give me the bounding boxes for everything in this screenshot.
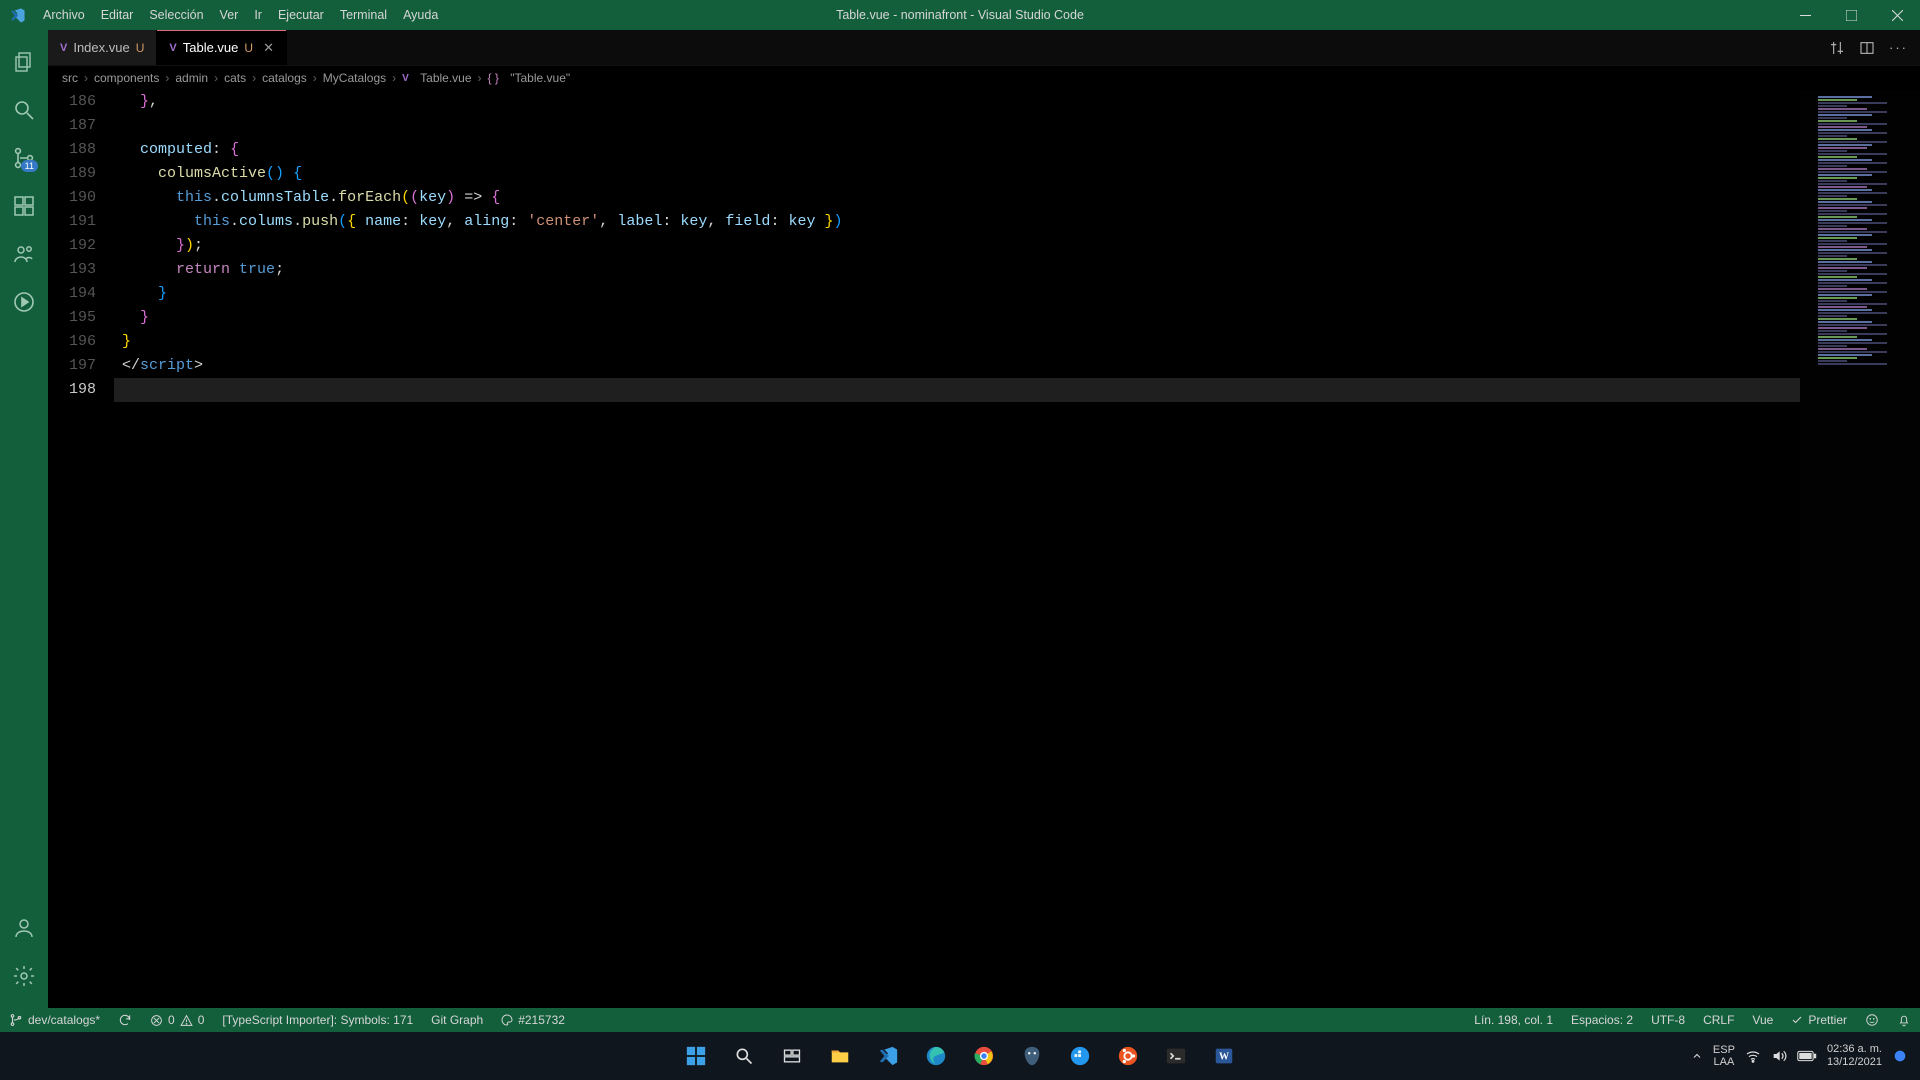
tray-battery-icon[interactable] [1797,1050,1817,1062]
compare-changes-icon[interactable] [1829,40,1845,56]
breadcrumb-seg[interactable]: MyCatalogs [323,71,386,85]
tray-clock[interactable]: 02:36 a. m.13/12/2021 [1827,1043,1882,1069]
menu-ayuda[interactable]: Ayuda [395,0,446,30]
tray-language[interactable]: ESPLAA [1713,1044,1735,1068]
search-icon[interactable] [0,86,48,134]
status-ts-importer[interactable]: [TypeScript Importer]: Symbols: 171 [213,1008,422,1032]
tray-notification-icon[interactable] [1892,1048,1908,1064]
status-language[interactable]: Vue [1743,1013,1782,1027]
breadcrumb-seg[interactable]: components [94,71,159,85]
taskbar-edge-icon[interactable] [915,1036,957,1076]
tray-wifi-icon[interactable] [1745,1048,1761,1064]
extensions-icon[interactable] [0,182,48,230]
minimap[interactable] [1800,90,1920,1008]
taskbar-pgadmin-icon[interactable] [1011,1036,1053,1076]
vue-file-icon: V [60,42,67,54]
code-content[interactable]: }, computed: { columsActive() { this.col… [114,90,1800,1008]
source-control-icon[interactable]: 11 [0,134,48,182]
breadcrumb-seg[interactable]: admin [175,71,208,85]
menu-terminal[interactable]: Terminal [332,0,395,30]
menu-ir[interactable]: Ir [246,0,270,30]
settings-gear-icon[interactable] [0,952,48,1000]
system-tray: ESPLAA 02:36 a. m.13/12/2021 [1691,1043,1908,1069]
status-prettier[interactable]: Prettier [1782,1013,1856,1027]
breadcrumb-seg[interactable]: cats [224,71,246,85]
liveshare-icon[interactable] [0,230,48,278]
taskbar-explorer-icon[interactable] [819,1036,861,1076]
tab-modified-badge: U [244,41,253,55]
editor-area[interactable]: 186187188189190191192193194195196197198 … [48,90,1920,1008]
tab-table-vue[interactable]: V Table.vue U ✕ [157,30,287,65]
tray-chevron-up-icon[interactable] [1691,1050,1703,1062]
close-button[interactable] [1874,0,1920,30]
breadcrumb-seg[interactable]: { } "Table.vue" [488,71,571,85]
vue-file-icon: V [169,42,176,54]
minimize-button[interactable] [1782,0,1828,30]
taskbar-start-icon[interactable] [675,1036,717,1076]
tab-index-vue[interactable]: V Index.vue U [48,30,157,65]
status-branch[interactable]: dev/catalogs* [0,1008,109,1032]
menu-ejecutar[interactable]: Ejecutar [270,0,332,30]
breadcrumb-seg[interactable]: V Table.vue [402,71,471,85]
taskbar-search-icon[interactable] [723,1036,765,1076]
menu-seleccion[interactable]: Selección [141,0,211,30]
status-bar: dev/catalogs* 0 0 [TypeScript Importer]:… [0,1008,1920,1032]
tab-label: Index.vue [73,40,129,55]
taskbar-taskview-icon[interactable] [771,1036,813,1076]
status-eol[interactable]: CRLF [1694,1013,1743,1027]
taskbar-vscode-icon[interactable] [867,1036,909,1076]
svg-text:W: W [1219,1052,1229,1063]
menu-ver[interactable]: Ver [212,0,247,30]
run-debug-icon[interactable] [0,278,48,326]
menu-archivo[interactable]: Archivo [35,0,93,30]
status-cursor-pos[interactable]: Lín. 198, col. 1 [1465,1013,1562,1027]
tab-close-icon[interactable]: ✕ [263,40,274,56]
windows-taskbar: W ESPLAA 02:36 a. m.13/12/2021 [0,1032,1920,1080]
status-spaces[interactable]: Espacios: 2 [1562,1013,1642,1027]
activity-bar: 11 [0,30,48,1008]
status-sync[interactable] [109,1008,141,1032]
taskbar-word-icon[interactable]: W [1203,1036,1245,1076]
status-bell-icon[interactable] [1888,1013,1920,1027]
tab-modified-badge: U [136,41,145,55]
status-encoding[interactable]: UTF-8 [1642,1013,1694,1027]
breadcrumb-seg[interactable]: catalogs [262,71,307,85]
maximize-button[interactable] [1828,0,1874,30]
taskbar-docker-icon[interactable] [1059,1036,1101,1076]
split-editor-icon[interactable] [1859,40,1875,56]
menu-editar[interactable]: Editar [93,0,142,30]
scm-badge: 11 [21,160,38,172]
status-problems[interactable]: 0 0 [141,1008,213,1032]
status-feedback-icon[interactable] [1856,1013,1888,1027]
line-gutter: 186187188189190191192193194195196197198 [48,90,114,1008]
taskbar-ubuntu-icon[interactable] [1107,1036,1149,1076]
breadcrumb-seg[interactable]: src [62,71,78,85]
account-icon[interactable] [0,904,48,952]
tray-volume-icon[interactable] [1771,1048,1787,1064]
status-git-graph[interactable]: Git Graph [422,1008,492,1032]
title-bar: Archivo Editar Selección Ver Ir Ejecutar… [0,0,1920,30]
taskbar-chrome-icon[interactable] [963,1036,1005,1076]
window-title: Table.vue - nominafront - Visual Studio … [836,8,1084,22]
vscode-logo-icon [0,7,35,24]
explorer-icon[interactable] [0,38,48,86]
more-actions-icon[interactable]: ··· [1889,40,1908,55]
breadcrumbs[interactable]: src› components› admin› cats› catalogs› … [48,66,1920,90]
taskbar-terminal-icon[interactable] [1155,1036,1197,1076]
editor-tabs: V Index.vue U V Table.vue U ✕ ··· [48,30,1920,66]
tab-label: Table.vue [183,40,239,55]
status-color[interactable]: #215732 [492,1008,574,1032]
